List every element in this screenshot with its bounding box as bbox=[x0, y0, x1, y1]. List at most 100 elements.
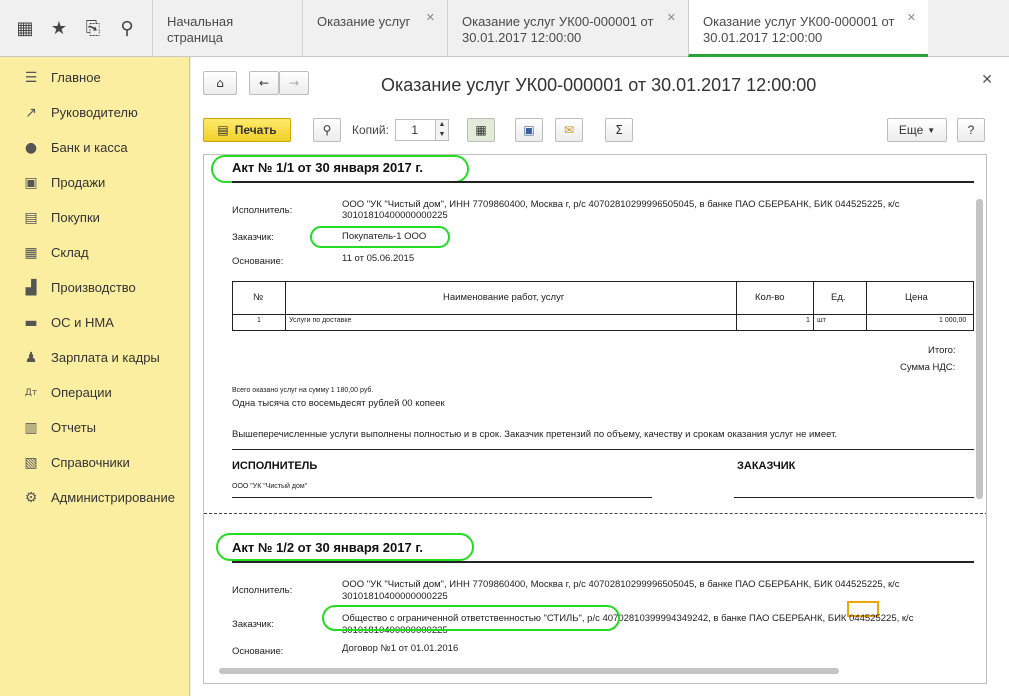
more-button[interactable]: Еще ▼ bbox=[887, 118, 947, 142]
envelope-icon: ✉ bbox=[563, 123, 575, 137]
executor-value: ООО "УК "Чистый дом", ИНН 7709860400, Мо… bbox=[342, 579, 900, 590]
scrollbar-thumb[interactable] bbox=[219, 668, 839, 674]
executor-signature-name: ООО "УК "Чистый дом" bbox=[232, 483, 308, 490]
table-cell: Услуги по доставке bbox=[289, 317, 352, 324]
truck-icon: ▬ bbox=[24, 314, 38, 331]
sidebar-item-manager[interactable]: ↗ Руководителю bbox=[0, 95, 189, 130]
signature-line bbox=[734, 497, 974, 498]
floppy-icon: ▣ bbox=[523, 123, 535, 137]
total-label: Итого: bbox=[928, 345, 956, 356]
arrow-right-icon: → bbox=[288, 76, 300, 90]
print-button[interactable]: ▤ Печать bbox=[203, 118, 291, 142]
sidebar-item-admin[interactable]: ⚙ Администрирование bbox=[0, 480, 189, 515]
apps-grid-icon[interactable]: ▦ bbox=[10, 14, 40, 44]
preview-icon: ⚲ bbox=[322, 123, 332, 137]
signature-line bbox=[232, 497, 652, 498]
table-cell: 1 000,00 bbox=[939, 317, 967, 324]
help-button[interactable]: ? bbox=[957, 118, 985, 142]
chevron-down-icon: ▼ bbox=[927, 125, 936, 135]
table-cell: 1 bbox=[257, 317, 261, 324]
table-header: Цена bbox=[905, 292, 928, 303]
table-header: № bbox=[253, 292, 264, 303]
preview-button[interactable]: ⚲ bbox=[313, 118, 341, 142]
tab-home[interactable]: Начальная страница bbox=[152, 0, 302, 57]
tab-label: Оказание услуг УК00-000001 от 30.01.2017… bbox=[462, 14, 654, 45]
sidebar-item-operations[interactable]: Дт Операции bbox=[0, 375, 189, 410]
shopping-bag-icon: ▣ bbox=[24, 174, 38, 191]
tab-services-list[interactable]: Оказание услуг ✕ bbox=[302, 0, 447, 57]
trend-up-icon: ↗ bbox=[25, 104, 37, 121]
customer-caption: ЗАКАЗЧИК bbox=[737, 460, 796, 472]
table-header: Ед. bbox=[831, 292, 846, 303]
vat-label: Сумма НДС: bbox=[900, 362, 956, 373]
sidebar-item-main[interactable]: ☰ Главное bbox=[0, 60, 189, 95]
arrow-left-icon: ← bbox=[258, 76, 270, 90]
sidebar-item-reports[interactable]: ▥ Отчеты bbox=[0, 410, 189, 445]
close-tab-icon[interactable]: ✕ bbox=[667, 10, 676, 26]
sidebar: ☰ Главное ↗ Руководителю ● Банк и касса ▣ Пр… bbox=[0, 57, 190, 696]
sigma-icon: Σ bbox=[615, 123, 623, 137]
print-preview[interactable]: Акт № 1/1 от 30 января 2017 г. Исполните… bbox=[203, 154, 987, 684]
sidebar-item-label: Производство bbox=[51, 280, 136, 295]
star-icon[interactable]: ★ bbox=[44, 14, 74, 44]
home-button[interactable]: ⌂ bbox=[203, 71, 237, 95]
sidebar-item-label: Руководителю bbox=[51, 105, 138, 120]
executor-caption: ИСПОЛНИТЕЛЬ bbox=[232, 460, 318, 472]
page-title: Оказание услуг УК00-000001 от 30.01.2017… bbox=[381, 75, 817, 95]
tab-service-doc-active[interactable]: Оказание услуг УК00-000001 от 30.01.2017… bbox=[688, 0, 928, 57]
sidebar-item-label: Зарплата и кадры bbox=[51, 350, 160, 365]
sidebar-item-sales[interactable]: ▣ Продажи bbox=[0, 165, 189, 200]
table-cell: 1 bbox=[806, 317, 810, 324]
horizontal-scrollbar[interactable] bbox=[203, 667, 963, 675]
highlight-oval bbox=[322, 605, 620, 631]
ruble-coin-icon: ● bbox=[24, 139, 38, 156]
divider bbox=[232, 449, 974, 450]
printer-icon: ▤ bbox=[217, 123, 229, 137]
send-email-button[interactable]: ✉ bbox=[555, 118, 583, 142]
scrollbar-thumb[interactable] bbox=[976, 199, 983, 499]
sidebar-item-purchases[interactable]: ▤ Покупки bbox=[0, 200, 189, 235]
warehouse-icon: ▦ bbox=[24, 244, 38, 261]
vertical-scrollbar[interactable] bbox=[975, 159, 984, 669]
books-icon: ▧ bbox=[24, 454, 38, 471]
sum-button[interactable]: Σ bbox=[605, 118, 633, 142]
more-button-label: Еще bbox=[898, 123, 924, 137]
sidebar-item-bank[interactable]: ● Банк и касса bbox=[0, 130, 189, 165]
search-icon[interactable]: ⚲ bbox=[112, 14, 142, 44]
close-icon[interactable]: ✕ bbox=[981, 71, 993, 88]
history-icon[interactable]: ⎘ bbox=[78, 14, 108, 44]
factory-icon: ▟ bbox=[25, 279, 37, 296]
sidebar-item-label: Продажи bbox=[51, 175, 106, 190]
tab-label: Начальная страница bbox=[167, 14, 234, 45]
sidebar-item-production[interactable]: ▟ Производство bbox=[0, 270, 189, 305]
sidebar-item-label: ОС и НМА bbox=[51, 315, 114, 330]
table-edit-icon: ▦ bbox=[475, 123, 487, 137]
page-break bbox=[204, 513, 986, 514]
edit-mode-button[interactable]: ▦ bbox=[467, 118, 495, 142]
sidebar-item-label: Операции bbox=[51, 385, 112, 400]
executor-value: ООО "УК "Чистый дом", ИНН 7709860400, Мо… bbox=[342, 199, 900, 210]
highlight-oval bbox=[310, 226, 450, 248]
basis-value: Договор №1 от 01.01.2016 bbox=[342, 643, 459, 654]
highlight-oval bbox=[211, 155, 469, 183]
copies-stepper[interactable]: ▲ ▼ bbox=[435, 119, 449, 141]
sidebar-item-payroll[interactable]: ♟ Зарплата и кадры bbox=[0, 340, 189, 375]
sidebar-item-label: Покупки bbox=[51, 210, 100, 225]
menu-lines-icon: ☰ bbox=[24, 69, 38, 86]
close-tab-icon[interactable]: ✕ bbox=[426, 10, 435, 26]
save-button[interactable]: ▣ bbox=[515, 118, 543, 142]
sidebar-item-label: Администрирование bbox=[51, 490, 175, 505]
sidebar-item-catalogs[interactable]: ▧ Справочники bbox=[0, 445, 189, 480]
bar-chart-icon: ▥ bbox=[24, 419, 38, 436]
highlight-oval bbox=[216, 533, 474, 561]
forward-button[interactable]: → bbox=[279, 71, 309, 95]
sidebar-item-warehouse[interactable]: ▦ Склад bbox=[0, 235, 189, 270]
print-button-label: Печать bbox=[234, 123, 277, 137]
gear-icon: ⚙ bbox=[24, 489, 38, 506]
sidebar-item-assets[interactable]: ▬ ОС и НМА bbox=[0, 305, 189, 340]
tab-service-doc[interactable]: Оказание услуг УК00-000001 от 30.01.2017… bbox=[447, 0, 688, 57]
person-icon: ♟ bbox=[24, 349, 38, 366]
back-button[interactable]: ← bbox=[249, 71, 279, 95]
customer-label: Заказчик: bbox=[232, 232, 274, 243]
close-tab-icon[interactable]: ✕ bbox=[907, 10, 916, 26]
